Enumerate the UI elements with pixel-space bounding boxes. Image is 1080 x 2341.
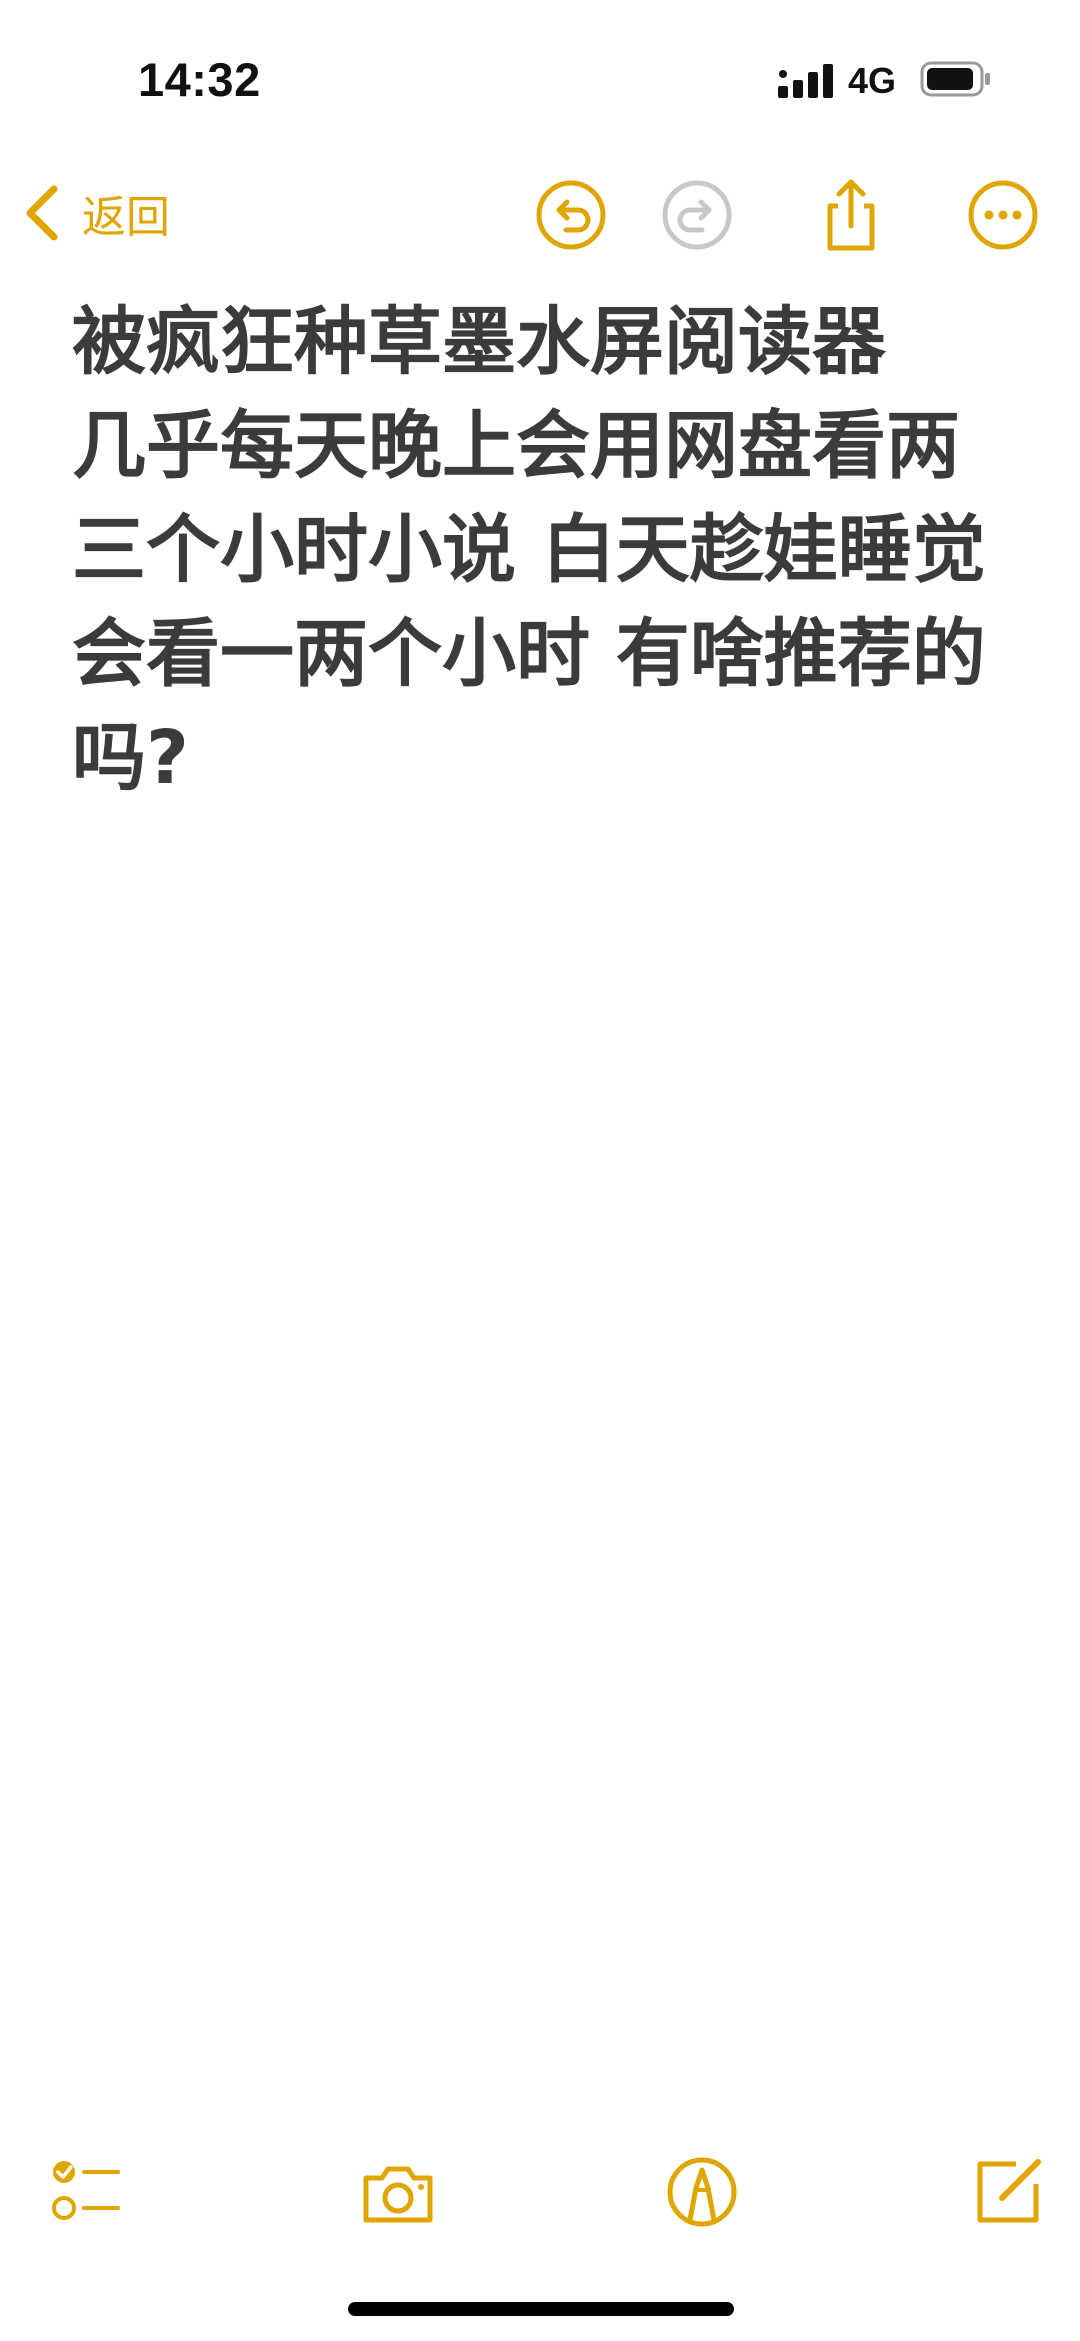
network-type: 4G bbox=[848, 60, 897, 101]
note-body-text: 几乎每天晚上会用网盘看两三个小时小说 白天趁娃睡觉会看一两个小时 有啥推荐的吗? bbox=[72, 403, 986, 801]
camera-icon[interactable] bbox=[356, 2150, 440, 2234]
compose-icon[interactable] bbox=[966, 2150, 1050, 2234]
markup-pen-icon[interactable] bbox=[660, 2150, 744, 2234]
more-icon[interactable] bbox=[962, 174, 1044, 256]
back-button[interactable]: 返回 bbox=[22, 178, 170, 248]
back-chevron-icon bbox=[26, 185, 58, 241]
undo-icon[interactable] bbox=[530, 174, 612, 256]
status-bar: 14:32 4G bbox=[0, 0, 1080, 150]
home-indicator bbox=[348, 2302, 734, 2316]
note-content[interactable]: 被疯狂种草墨水屏阅读器 几乎每天晚上会用网盘看两三个小时小说 白天趁娃睡觉会看一… bbox=[72, 290, 1022, 810]
note-title: 被疯狂种草墨水屏阅读器 bbox=[72, 299, 886, 385]
navigation-bar: 返回 bbox=[0, 160, 1080, 270]
status-time: 14:32 bbox=[138, 53, 261, 106]
back-label: 返回 bbox=[82, 192, 170, 243]
bottom-toolbar bbox=[0, 2140, 1080, 2250]
checklist-icon[interactable] bbox=[44, 2150, 128, 2234]
cellular-signal-icon bbox=[778, 64, 833, 98]
share-icon[interactable] bbox=[810, 174, 892, 256]
battery-icon bbox=[920, 61, 990, 97]
redo-icon[interactable] bbox=[656, 174, 738, 256]
